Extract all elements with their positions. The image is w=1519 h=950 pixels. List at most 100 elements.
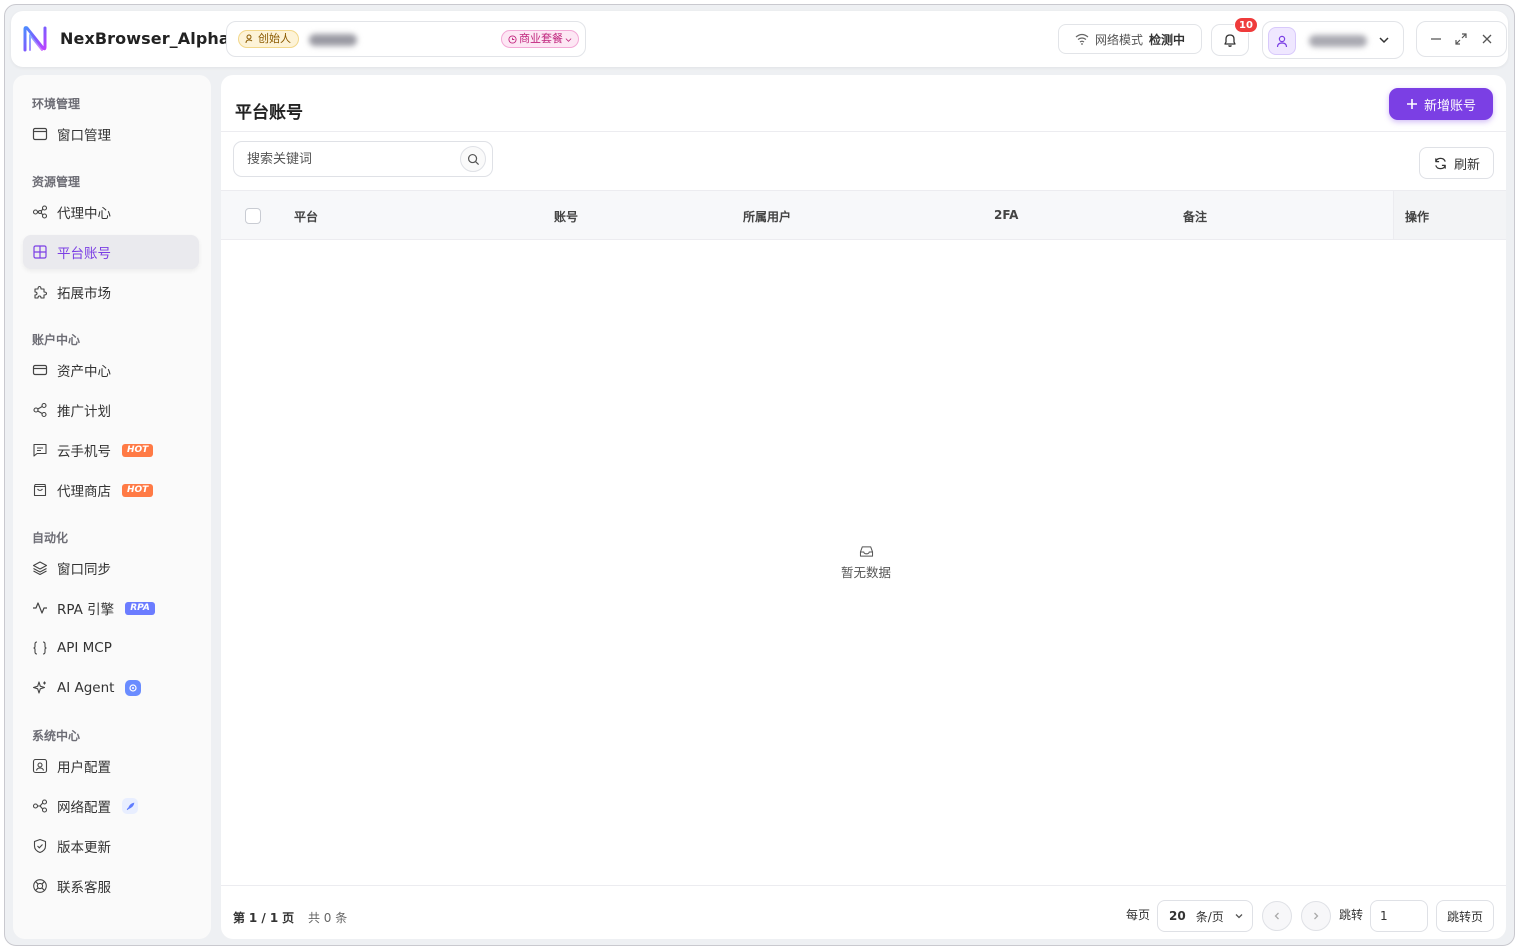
jump-page-input[interactable] bbox=[1371, 901, 1427, 931]
title-bar: NexBrowser_Alpha 创始人 商业套餐 网络模式 检测中 10 bbox=[11, 11, 1508, 67]
search-button[interactable] bbox=[460, 146, 486, 172]
share-icon bbox=[33, 402, 47, 418]
sidebar-item-proxy-store[interactable]: 代理商店 HOT bbox=[23, 473, 199, 507]
notification-count-badge: 10 bbox=[1234, 17, 1258, 33]
sidebar-item-contact-support[interactable]: 联系客服 bbox=[23, 869, 199, 903]
chevron-down-icon bbox=[565, 37, 572, 42]
plus-icon bbox=[1406, 99, 1417, 109]
app-logo-icon bbox=[23, 26, 47, 52]
sparkles-icon bbox=[32, 681, 46, 694]
jump-field bbox=[1370, 900, 1428, 932]
page-title: 平台账号 bbox=[235, 103, 303, 123]
notification-button[interactable]: 10 bbox=[1211, 17, 1258, 56]
divider bbox=[221, 131, 1506, 132]
sidebar: 环境管理 窗口管理 资源管理 代理中心 平台账号 拓展市场 账户中心 资产中心 … bbox=[13, 75, 211, 939]
sidebar-item-label: 窗口同步 bbox=[57, 562, 111, 578]
sidebar-item-label: 平台账号 bbox=[57, 246, 111, 262]
founder-badge-label: 创始人 bbox=[258, 32, 291, 45]
per-page-unit: 条/页 bbox=[1195, 909, 1224, 924]
founder-badge: 创始人 bbox=[238, 30, 299, 48]
sidebar-item-extension-market[interactable]: 拓展市场 bbox=[23, 275, 199, 309]
add-account-button[interactable]: 新增账号 bbox=[1389, 88, 1493, 120]
sidebar-section-resources: 资源管理 bbox=[32, 175, 81, 189]
user-info-strip[interactable]: 创始人 商业套餐 bbox=[226, 21, 586, 57]
sidebar-item-ai-agent[interactable]: AI Agent bbox=[23, 671, 199, 705]
sidebar-section-automation: 自动化 bbox=[32, 531, 69, 545]
sidebar-item-rpa-engine[interactable]: RPA 引擎 RPA bbox=[23, 591, 199, 625]
sidebar-item-label: 云手机号 bbox=[57, 444, 111, 460]
sidebar-item-version-update[interactable]: 版本更新 bbox=[23, 829, 199, 863]
search-icon bbox=[467, 153, 479, 165]
avatar bbox=[1268, 27, 1296, 55]
per-page-select[interactable]: 20 条/页 bbox=[1157, 900, 1253, 932]
jump-page-button[interactable]: 跳转页 bbox=[1436, 900, 1494, 932]
wifi-icon bbox=[1075, 33, 1089, 45]
column-header-account[interactable]: 账号 bbox=[554, 208, 578, 225]
column-header-platform[interactable]: 平台 bbox=[294, 208, 318, 225]
network-status[interactable]: 网络模式 检测中 bbox=[1058, 24, 1202, 54]
app-title: NexBrowser_Alpha bbox=[60, 29, 230, 48]
user-settings-icon bbox=[32, 758, 48, 774]
sidebar-item-window-sync[interactable]: 窗口同步 bbox=[23, 551, 199, 585]
minimize-icon[interactable] bbox=[1429, 32, 1443, 46]
chevron-down-icon bbox=[1379, 37, 1389, 44]
activity-icon bbox=[33, 602, 47, 614]
shield-check-icon bbox=[33, 838, 47, 854]
sidebar-item-proxy-center[interactable]: 代理中心 bbox=[23, 195, 199, 229]
message-icon bbox=[33, 443, 47, 457]
rpa-tag: RPA bbox=[125, 601, 155, 615]
sidebar-item-promotion-plan[interactable]: 推广计划 bbox=[23, 393, 199, 427]
rocket-icon bbox=[122, 798, 138, 814]
card-icon bbox=[32, 364, 48, 376]
refresh-icon bbox=[1435, 157, 1446, 169]
sidebar-item-api-mcp[interactable]: API MCP bbox=[23, 631, 199, 665]
blurred-username bbox=[309, 34, 357, 46]
plan-badge[interactable]: 商业套餐 bbox=[501, 30, 579, 48]
user-icon bbox=[1276, 35, 1288, 48]
table-header: 平台 账号 所属用户 2FA 备注 操作 bbox=[221, 190, 1506, 240]
sidebar-item-label: AI Agent bbox=[57, 680, 115, 696]
maximize-icon[interactable] bbox=[1454, 32, 1468, 46]
sidebar-item-window-management[interactable]: 窗口管理 bbox=[23, 117, 199, 151]
sidebar-item-label: 拓展市场 bbox=[57, 286, 111, 302]
next-page-button[interactable] bbox=[1301, 901, 1331, 931]
per-page-label: 每页 bbox=[1126, 907, 1151, 922]
sidebar-item-network-settings[interactable]: 网络配置 bbox=[23, 789, 199, 823]
sidebar-item-label: 推广计划 bbox=[57, 404, 111, 420]
page-current: 1 / 1 bbox=[248, 911, 279, 925]
close-icon[interactable] bbox=[1480, 32, 1494, 46]
chevron-right-icon bbox=[1314, 912, 1319, 920]
lifebuoy-icon bbox=[33, 879, 47, 893]
sidebar-item-user-settings[interactable]: 用户配置 bbox=[23, 749, 199, 783]
search-input[interactable] bbox=[234, 142, 454, 176]
select-all-checkbox[interactable] bbox=[245, 208, 261, 224]
refresh-label: 刷新 bbox=[1453, 157, 1480, 173]
sidebar-item-asset-center[interactable]: 资产中心 bbox=[23, 353, 199, 387]
sidebar-item-platform-accounts[interactable]: 平台账号 bbox=[23, 235, 199, 269]
store-icon bbox=[33, 483, 47, 497]
bell-icon bbox=[1224, 34, 1236, 47]
network-label: 网络模式 bbox=[1094, 32, 1143, 47]
add-account-label: 新增账号 bbox=[1423, 98, 1476, 114]
network-icon bbox=[32, 799, 48, 813]
empty-text: 暂无数据 bbox=[840, 565, 891, 580]
column-header-2fa[interactable]: 2FA bbox=[994, 208, 1018, 222]
column-header-notes[interactable]: 备注 bbox=[1183, 208, 1207, 225]
account-menu[interactable] bbox=[1262, 21, 1404, 59]
braces-icon bbox=[33, 641, 47, 655]
sidebar-section-account: 账户中心 bbox=[32, 333, 81, 347]
inbox-icon bbox=[859, 546, 873, 557]
page-indicator: 第 1 / 1 页 共 0 条 bbox=[233, 909, 347, 926]
column-header-owner[interactable]: 所属用户 bbox=[743, 208, 791, 225]
jump-label: 跳转 bbox=[1339, 907, 1364, 922]
search-box bbox=[233, 141, 493, 177]
sidebar-item-label: RPA 引擎 bbox=[57, 602, 115, 618]
prev-page-button[interactable] bbox=[1262, 901, 1292, 931]
sidebar-item-cloud-phone[interactable]: 云手机号 HOT bbox=[23, 433, 199, 467]
sidebar-section-system: 系统中心 bbox=[32, 729, 81, 743]
hot-tag: HOT bbox=[122, 443, 154, 457]
refresh-button[interactable]: 刷新 bbox=[1419, 147, 1494, 179]
empty-state: 暂无数据 bbox=[821, 545, 911, 581]
proxy-icon bbox=[32, 205, 48, 219]
sidebar-item-label: 用户配置 bbox=[57, 760, 111, 776]
